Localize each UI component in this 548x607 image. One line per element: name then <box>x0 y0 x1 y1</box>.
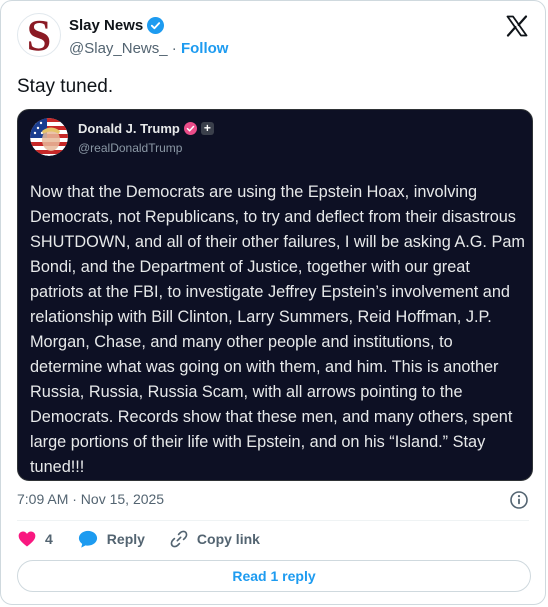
like-button[interactable]: 4 <box>17 529 53 549</box>
x-logo-icon[interactable] <box>505 14 529 38</box>
author-name-row: Slay News <box>69 17 165 34</box>
info-icon[interactable] <box>509 490 529 510</box>
divider <box>17 520 529 521</box>
tweet-embed-card: S Slay News @Slay_News_ · Follow Stay tu… <box>0 0 546 605</box>
author-handle[interactable]: @Slay_News_ <box>69 40 168 57</box>
quoted-author-avatar[interactable] <box>30 118 68 156</box>
read-replies-label: Read 1 reply <box>232 568 316 584</box>
post-text: Stay tuned. <box>17 76 114 97</box>
quoted-author-name[interactable]: Donald J. Trump <box>78 121 180 136</box>
copy-link-label: Copy link <box>196 531 260 547</box>
reply-label: Reply <box>106 531 145 547</box>
author-avatar[interactable]: S <box>17 11 61 60</box>
read-replies-button[interactable]: Read 1 reply <box>17 560 531 592</box>
handle-separator: · <box>171 40 177 57</box>
link-icon <box>170 530 188 548</box>
quoted-author-handle[interactable]: @realDonaldTrump <box>78 141 182 155</box>
reply-button[interactable]: Reply <box>77 529 145 549</box>
reply-bubble-icon <box>78 530 97 548</box>
like-count: 4 <box>45 531 53 547</box>
follow-button[interactable]: Follow <box>181 40 229 57</box>
avatar-letter: S <box>26 11 52 60</box>
action-bar: 4 Reply Copy link <box>17 529 260 549</box>
verified-badge-icon <box>183 122 197 135</box>
verified-badge-icon <box>147 17 165 34</box>
quoted-post[interactable]: Donald J. Trump + @realDonaldTrump Now t… <box>17 109 533 481</box>
copy-link-button[interactable]: Copy link <box>169 529 260 549</box>
quoted-post-text: Now that the Democrats are using the Eps… <box>30 183 525 476</box>
post-timestamp[interactable]: 7:09 AM · Nov 15, 2025 <box>17 491 164 507</box>
author-name[interactable]: Slay News <box>69 17 143 34</box>
plus-badge-icon: + <box>200 122 214 135</box>
heart-icon <box>18 531 36 547</box>
quoted-name-row: Donald J. Trump + <box>78 121 214 136</box>
author-handle-row: @Slay_News_ · Follow <box>69 40 228 57</box>
